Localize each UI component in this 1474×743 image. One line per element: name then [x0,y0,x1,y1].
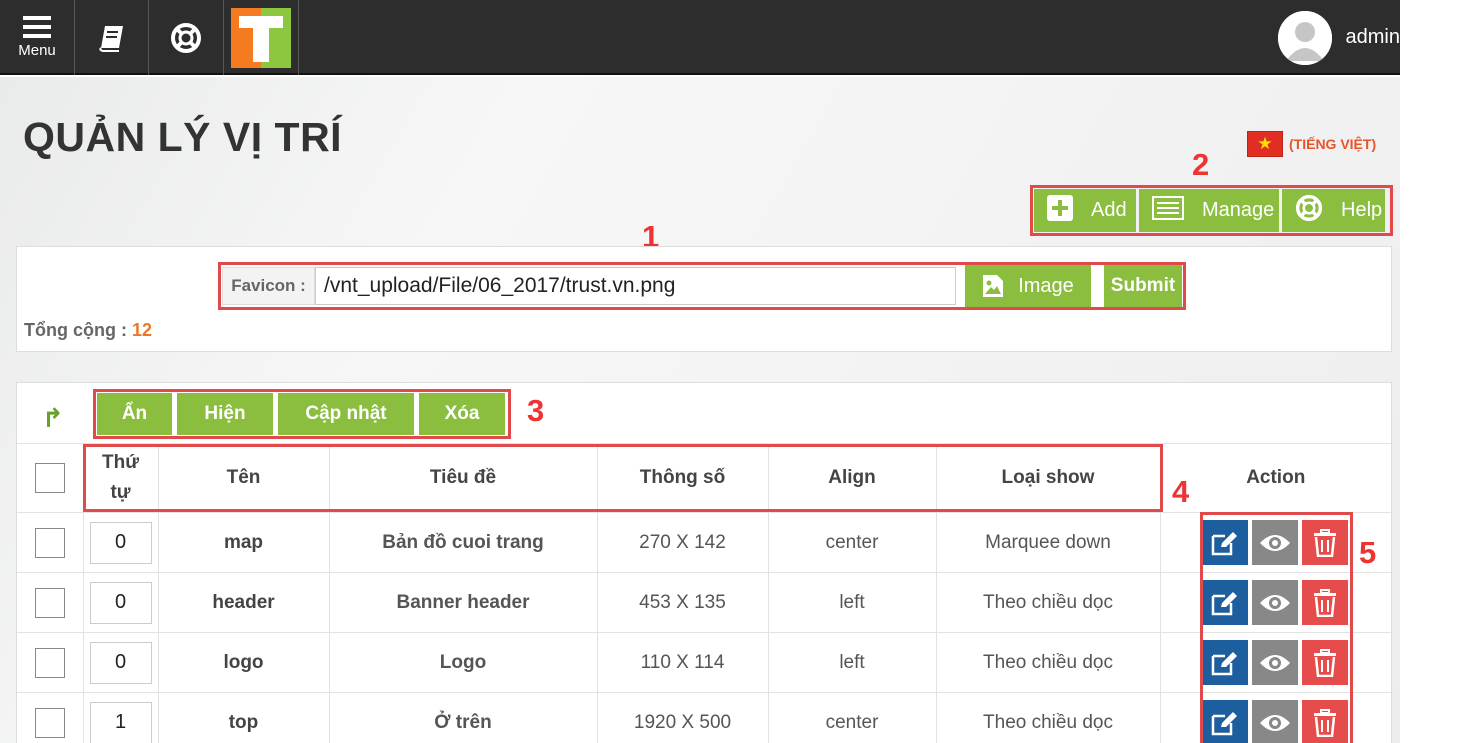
align-cell: left [768,572,937,633]
help-button[interactable]: Help [1282,189,1385,232]
total-label: Tổng cộng : [24,320,127,340]
title-cell: Bản đồ cuoi trang [329,512,598,573]
order-input[interactable]: 0 [89,521,152,564]
show-button[interactable]: Hiện [177,393,273,435]
favicon-panel: Favicon : /vnt_upload/File/06_2017/trust… [16,246,1392,352]
name-cell: top [158,692,330,743]
action-header: Action [1160,443,1391,513]
annotation-5: 5 [1359,535,1377,570]
table-row: 1 top Ở trên 1920 X 500 center Theo chiề… [17,692,1391,743]
order-input[interactable]: 1 [89,701,152,743]
book-icon [98,25,123,52]
favicon-input[interactable]: /vnt_upload/File/06_2017/trust.vn.png [315,267,956,305]
name-cell: map [158,512,330,573]
image-label: Image [1018,274,1074,297]
header-button-group: Add Manage Help [1034,189,1388,232]
language-switch[interactable]: ★ (TIẾNG VIỆT) [1247,131,1376,157]
table-row: 0 header Banner header 453 X 135 left Th… [17,572,1391,633]
annotation-box-5 [1200,512,1353,743]
show-type-cell: Theo chiều dọc [936,692,1161,743]
params-cell: 1920 X 500 [597,692,769,743]
title-cell: Logo [329,632,598,693]
params-cell: 110 X 114 [597,632,769,693]
avatar [1277,10,1332,65]
delete-selected-button[interactable]: Xóa [419,393,505,435]
row-checkbox[interactable] [34,527,65,558]
name-cell: header [158,572,330,633]
favicon-label: Favicon : [222,267,315,305]
annotation-3: 3 [527,393,545,428]
row-checkbox[interactable] [34,587,65,618]
submit-button[interactable]: Submit [1104,265,1182,307]
row-select-cell [17,572,84,633]
vietnam-flag-icon: ★ [1247,131,1283,157]
title-cell: Banner header [329,572,598,633]
align-cell: center [768,512,937,573]
add-label: Add [1091,199,1127,221]
order-input[interactable]: 0 [89,641,152,684]
align-cell: center [768,692,937,743]
params-cell: 270 X 142 [597,512,769,573]
annotation-2: 2 [1192,147,1210,182]
table-row: 0 map Bản đồ cuoi trang 270 X 142 center… [17,512,1391,573]
menu-icon [23,16,51,38]
hide-button[interactable]: Ẩn [97,393,172,435]
total-count: Tổng cộng : 12 [24,320,152,341]
select-all-header [17,443,84,513]
lifebuoy-icon [1295,194,1323,228]
order-cell: 0 [83,512,159,573]
order-cell: 0 [83,572,159,633]
image-icon [983,275,1004,297]
order-cell: 0 [83,632,159,693]
page-title: QUẢN LÝ VỊ TRÍ [23,114,343,160]
corner-arrow-icon: ↱ [42,403,64,433]
annotation-4: 4 [1172,474,1190,509]
total-number: 12 [132,320,153,340]
row-checkbox[interactable] [34,707,65,738]
list-panel: ↱ Ẩn Hiện Cập nhật Xóa 3 Thứ tự Tên Tiêu… [16,382,1392,743]
manage-label: Manage [1202,199,1275,221]
title-cell: Ở trên [329,692,598,743]
top-bar: Menu admin [0,0,1400,75]
menu-label: Menu [18,42,56,59]
user-name: admin [1345,26,1400,48]
menu-button[interactable]: Menu [0,0,75,75]
show-type-cell: Theo chiều dọc [936,572,1161,633]
manage-button[interactable]: Manage [1139,189,1279,232]
user-menu[interactable]: admin [1277,0,1400,75]
order-cell: 1 [83,692,159,743]
order-input[interactable]: 0 [89,581,152,624]
select-all-checkbox[interactable] [34,463,65,493]
table-row: 0 logo Logo 110 X 114 left Theo chiều dọ… [17,632,1391,693]
plus-icon [1047,194,1073,227]
row-checkbox[interactable] [34,647,65,678]
add-button[interactable]: Add [1034,189,1136,232]
language-label: (TIẾNG VIỆT) [1289,136,1377,152]
name-cell: logo [158,632,330,693]
annotation-box-4 [83,444,1163,512]
align-cell: left [768,632,937,693]
help-label: Help [1341,199,1383,221]
show-type-cell: Marquee down [936,512,1161,573]
params-cell: 453 X 135 [597,572,769,633]
help-ring-button[interactable] [149,0,224,75]
update-button[interactable]: Cập nhật [278,393,414,435]
row-select-cell [17,692,84,743]
list-icon [1152,195,1184,226]
logo [231,7,291,68]
row-select-cell [17,632,84,693]
site-logo[interactable] [224,0,299,75]
book-button[interactable] [75,0,149,75]
main-content: QUẢN LÝ VỊ TRÍ ★ (TIẾNG VIỆT) 2 Add Mana… [0,77,1400,743]
lifebuoy-icon [171,22,201,53]
bulk-action-group: Ẩn Hiện Cập nhật Xóa [97,393,510,435]
image-button[interactable]: Image [965,265,1091,307]
show-type-cell: Theo chiều dọc [936,632,1161,693]
row-select-cell [17,512,84,573]
